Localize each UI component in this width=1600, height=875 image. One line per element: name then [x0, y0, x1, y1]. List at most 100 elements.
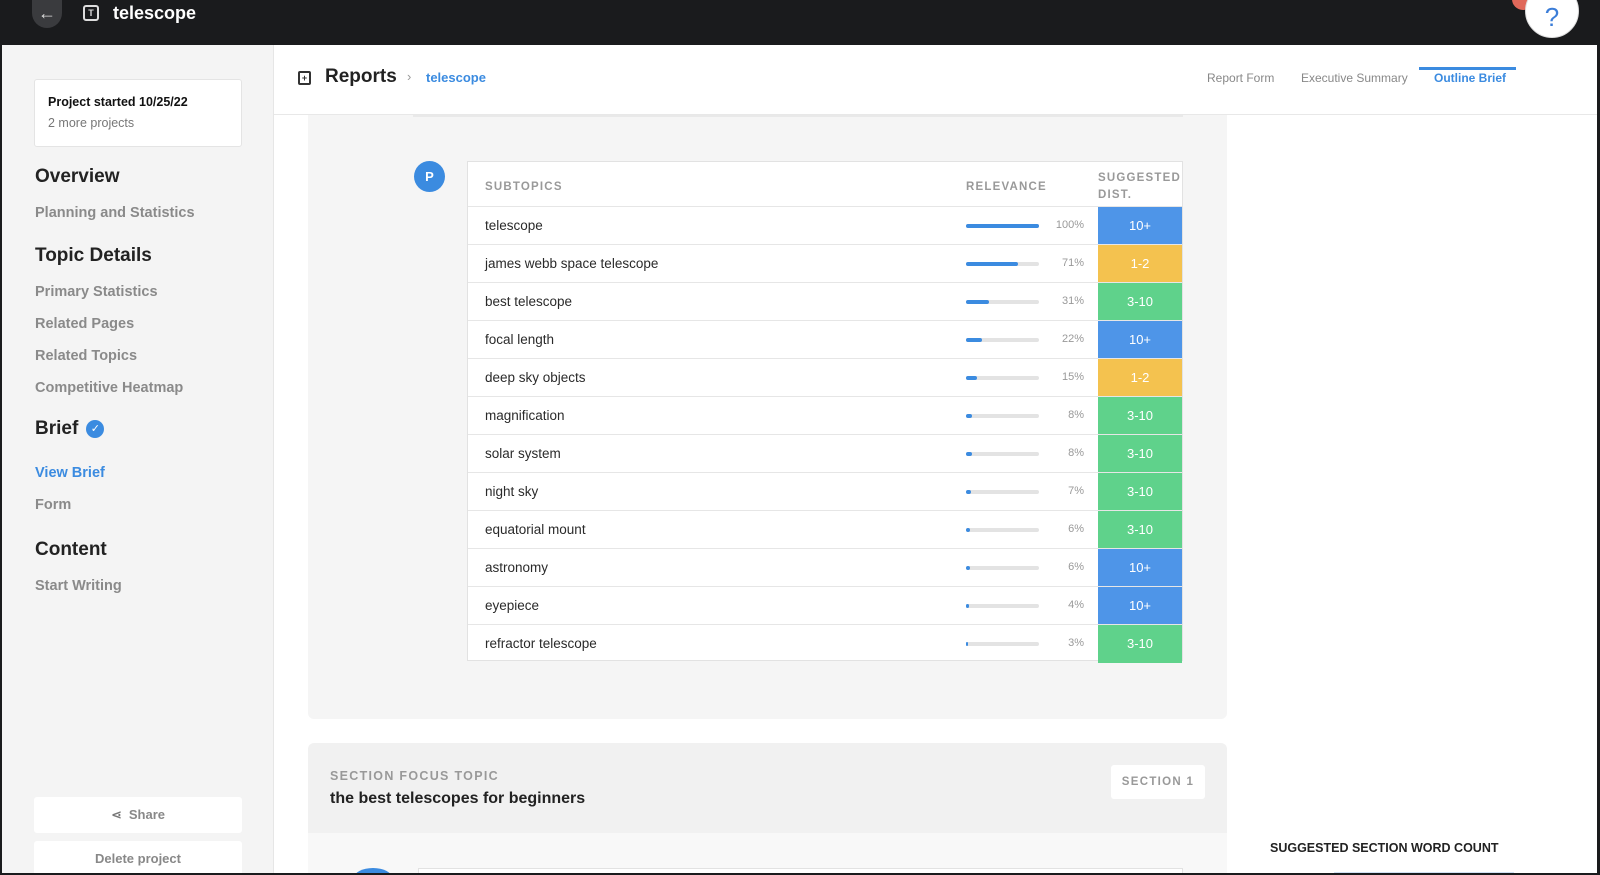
table-row: solar system 8% 3-10	[468, 434, 1182, 473]
relevance-bar	[966, 224, 1039, 228]
relevance-bar-fill	[966, 452, 972, 456]
header-suggested-line1: SUGGESTED	[1098, 172, 1182, 184]
relevance-percent: 4%	[1068, 599, 1084, 611]
suggested-dist-badge: 1-2	[1098, 359, 1182, 397]
active-tab-indicator	[1419, 67, 1516, 70]
reports-icon: +	[298, 71, 311, 85]
subtopic-label: james webb space telescope	[485, 256, 659, 271]
divider	[413, 115, 1183, 117]
table-row: eyepiece 4% 10+	[468, 586, 1182, 625]
relevance-percent: 6%	[1068, 523, 1084, 535]
subtopic-label: magnification	[485, 408, 565, 423]
suggested-dist-badge: 3-10	[1098, 283, 1182, 321]
relevance-bar-fill	[966, 604, 969, 608]
table-row: deep sky objects 15% 1-2	[468, 358, 1182, 397]
subtopic-label: equatorial mount	[485, 522, 586, 537]
relevance-bar	[966, 604, 1039, 608]
relevance-percent: 6%	[1068, 561, 1084, 573]
relevance-bar	[966, 376, 1039, 380]
suggested-dist-badge: 10+	[1098, 207, 1182, 245]
nav-heading-overview: Overview	[35, 166, 120, 187]
subtopic-label: refractor telescope	[485, 636, 597, 651]
delete-project-button[interactable]: Delete project	[34, 841, 242, 875]
relevance-bar-fill	[966, 224, 1039, 228]
table-row: magnification 8% 3-10	[468, 396, 1182, 435]
page-title: Reports	[325, 66, 397, 87]
relevance-bar-fill	[966, 262, 1018, 266]
relevance-bar-fill	[966, 642, 969, 646]
suggested-dist-badge: 10+	[1098, 549, 1182, 587]
share-button[interactable]: ⋖ Share	[34, 797, 242, 833]
document-icon: T	[83, 5, 99, 21]
subtopic-label: best telescope	[485, 294, 573, 309]
nav-item-planning-and-statistics[interactable]: Planning and Statistics	[35, 205, 195, 221]
header-suggested-line2: DIST.	[1098, 189, 1133, 201]
suggested-dist-badge: 1-2	[1098, 245, 1182, 283]
nav-item-related-topics[interactable]: Related Topics	[35, 348, 137, 364]
relevance-bar-fill	[966, 376, 977, 380]
more-projects-link[interactable]: 2 more projects	[48, 116, 228, 130]
suggested-dist-badge: 3-10	[1098, 435, 1182, 473]
nav-heading-brief: Brief ✓	[35, 418, 105, 440]
tab-report-form[interactable]: Report Form	[1207, 71, 1274, 85]
subtopic-label: focal length	[485, 332, 555, 347]
app-title: telescope	[113, 3, 197, 23]
table-row: refractor telescope 3% 3-10	[468, 624, 1182, 663]
section-focus-title: the best telescopes for beginners	[330, 790, 586, 807]
relevance-percent: 15%	[1061, 371, 1084, 383]
nav-heading-content: Content	[35, 539, 107, 560]
nav-item-form[interactable]: Form	[35, 497, 71, 513]
share-label: Share	[128, 807, 166, 822]
subtopic-label: eyepiece	[485, 598, 540, 613]
nav-heading-topic-details: Topic Details	[35, 245, 152, 266]
relevance-bar	[966, 262, 1039, 266]
subtopic-label: deep sky objects	[485, 370, 586, 385]
relevance-bar	[966, 528, 1039, 532]
relevance-bar-fill	[966, 490, 972, 494]
relevance-bar-fill	[966, 566, 971, 570]
relevance-percent: 100%	[1055, 219, 1084, 231]
nav-item-start-writing[interactable]: Start Writing	[35, 578, 122, 594]
table-row: focal length 22% 10+	[468, 320, 1182, 359]
relevance-percent: 7%	[1068, 485, 1084, 497]
nav-item-competitive-heatmap[interactable]: Competitive Heatmap	[35, 380, 183, 396]
tab-executive-summary[interactable]: Executive Summary	[1301, 71, 1408, 85]
relevance-bar-fill	[966, 338, 983, 342]
subtopics-table: SUBTOPICS RELEVANCE SUGGESTED DIST. tele…	[467, 161, 1183, 663]
relevance-bar	[966, 338, 1039, 342]
word-count-title: SUGGESTED SECTION WORD COUNT	[1270, 841, 1499, 855]
relevance-percent: 3%	[1068, 637, 1084, 649]
share-icon: ⋖	[110, 807, 122, 822]
project-card[interactable]: Project started 10/25/22 2 more projects	[34, 79, 242, 147]
subtopic-label: telescope	[485, 218, 543, 233]
avatar: P	[414, 161, 445, 192]
nav-item-related-pages[interactable]: Related Pages	[35, 316, 134, 332]
relevance-bar-fill	[966, 528, 971, 532]
relevance-bar	[966, 490, 1039, 494]
verified-check-icon: ✓	[86, 420, 105, 438]
relevance-percent: 71%	[1061, 257, 1084, 269]
subtopic-label: solar system	[485, 446, 561, 461]
relevance-percent: 31%	[1061, 295, 1084, 307]
relevance-bar-fill	[966, 300, 989, 304]
nav-item-view-brief[interactable]: View Brief	[35, 465, 105, 481]
back-arrow-icon[interactable]: ←	[32, 0, 62, 28]
suggested-dist-badge: 10+	[1098, 587, 1182, 625]
tab-outline-brief[interactable]: Outline Brief	[1434, 71, 1506, 85]
table-row: astronomy 6% 10+	[468, 548, 1182, 587]
table-row: equatorial mount 6% 3-10	[468, 510, 1182, 549]
relevance-bar	[966, 300, 1039, 304]
nav-item-primary-statistics[interactable]: Primary Statistics	[35, 284, 158, 300]
section-badge: SECTION 1	[1111, 765, 1205, 799]
subtopic-label: astronomy	[485, 560, 549, 575]
breadcrumb-link[interactable]: telescope	[426, 70, 486, 85]
table-row: telescope 100% 10+	[468, 206, 1182, 245]
relevance-bar-fill	[966, 414, 972, 418]
section-focus-panel	[308, 743, 1227, 833]
relevance-bar	[966, 414, 1039, 418]
relevance-bar	[966, 642, 1039, 646]
sidebar: Project started 10/25/22 2 more projects…	[0, 45, 274, 875]
relevance-percent: 22%	[1061, 333, 1084, 345]
top-bar: ← T telescope	[0, 0, 1600, 45]
subtopic-label: night sky	[485, 484, 539, 499]
